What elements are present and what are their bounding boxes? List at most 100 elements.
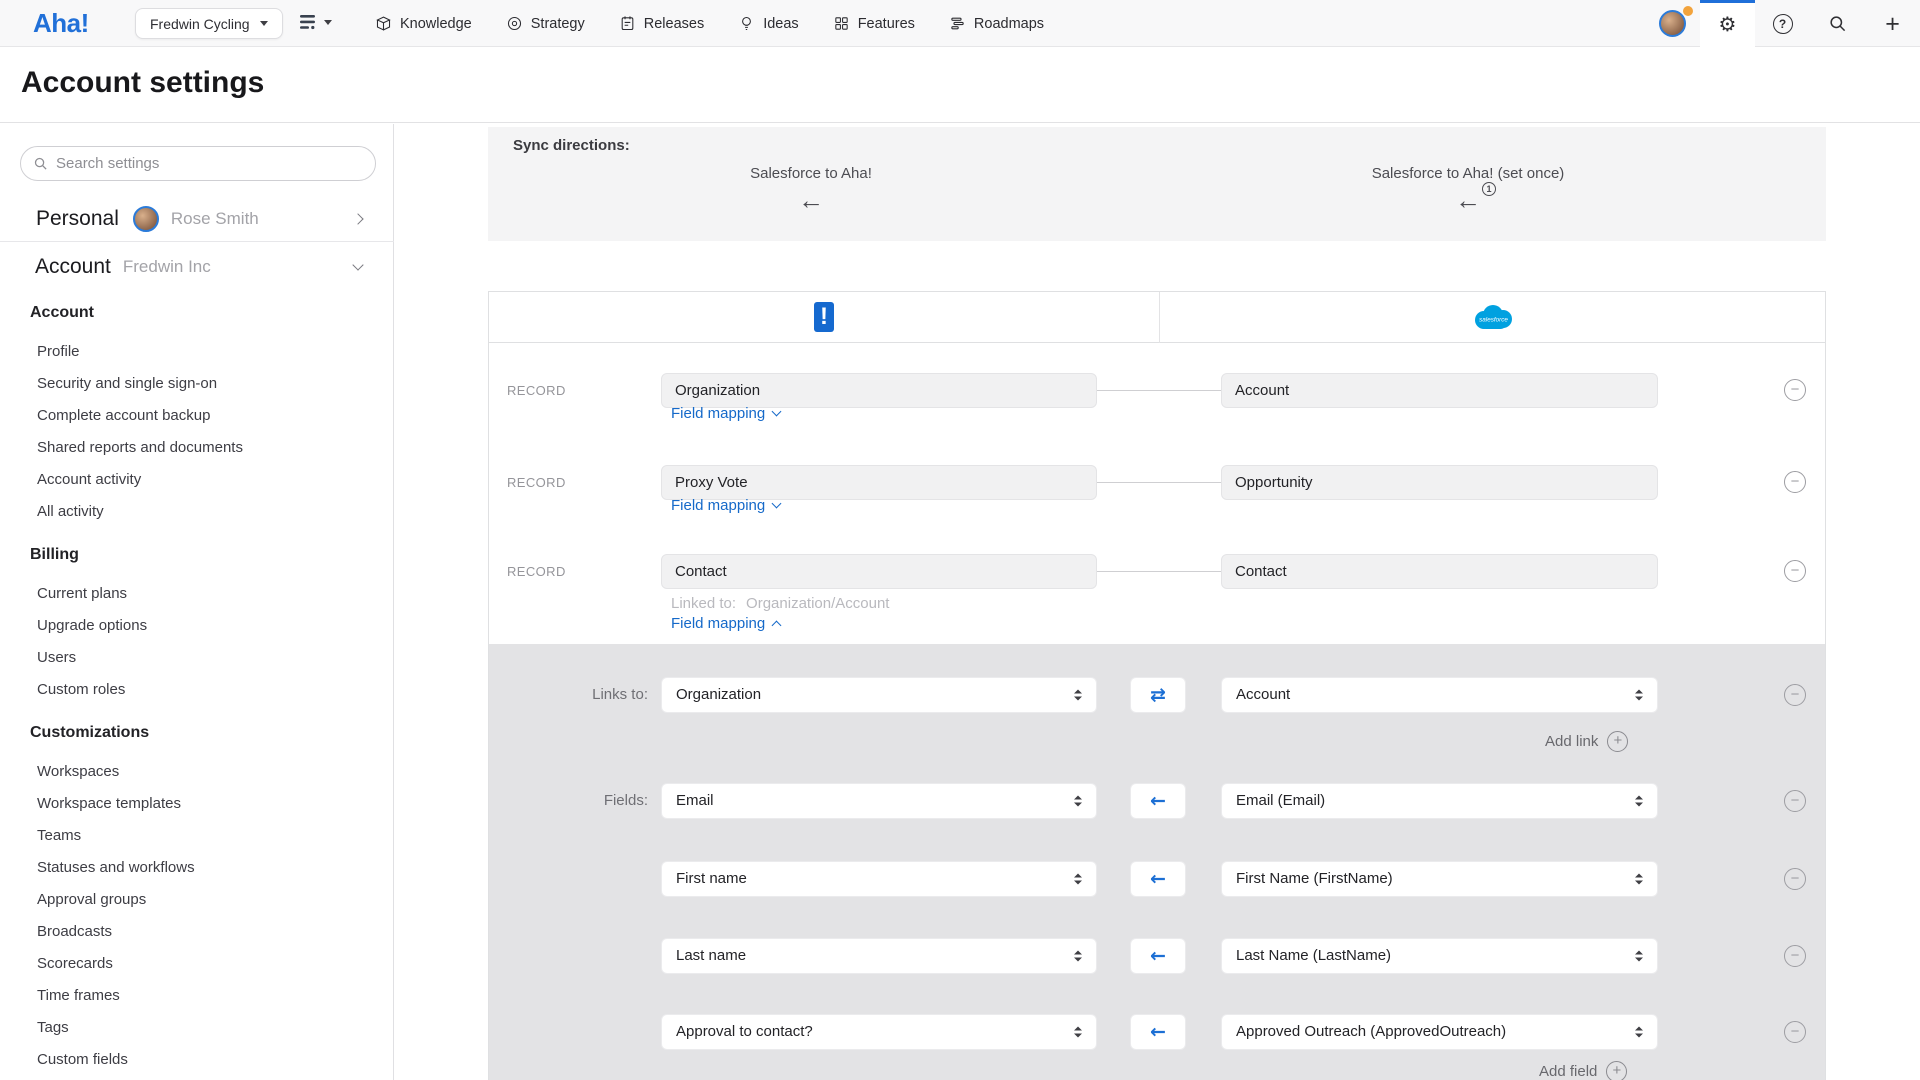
remove-link-button[interactable]: − — [1784, 684, 1806, 706]
sync-direction-button[interactable]: ← — [1130, 861, 1186, 897]
select-value: Last name — [676, 947, 746, 964]
arrow-left-once-icon: ←1 — [1455, 187, 1481, 213]
arrow-left-icon: ← — [1150, 790, 1166, 812]
field-sf-select-approval[interactable]: Approved Outreach (ApprovedOutreach) — [1221, 1014, 1658, 1050]
nav-label: Ideas — [763, 16, 798, 32]
sidebar-personal-row[interactable]: Personal Rose Smith — [0, 196, 394, 242]
sync-direction-button[interactable]: ← — [1130, 783, 1186, 819]
field-mapping-label: Field mapping — [671, 615, 765, 632]
field-sf-select-first-name[interactable]: First Name (FirstName) — [1221, 861, 1658, 897]
sidebar-item-workspaces[interactable]: Workspaces — [37, 756, 380, 788]
sync-direction-right: Salesforce to Aha! (set once) ←1 — [1288, 165, 1648, 214]
field-mapping-link-3[interactable]: Field mapping — [671, 615, 780, 632]
remove-record-button[interactable]: − — [1784, 560, 1806, 582]
help-button[interactable]: ? — [1755, 0, 1810, 47]
select-value: Approval to contact? — [676, 1023, 813, 1040]
nav-label: Knowledge — [400, 16, 472, 32]
remove-record-button[interactable]: − — [1784, 471, 1806, 493]
chevron-down-icon — [260, 21, 268, 26]
sidebar-item-teams[interactable]: Teams — [37, 820, 380, 852]
sidebar-item-upgrade-options[interactable]: Upgrade options — [37, 610, 380, 642]
sidebar-item-time-frames[interactable]: Time frames — [37, 980, 380, 1012]
salesforce-column-logo: salesforce — [1469, 302, 1517, 338]
sync-both-directions-button[interactable]: ⇄ — [1130, 677, 1186, 713]
field-mapping-link-1[interactable]: Field mapping — [671, 405, 780, 422]
field-aha-select-email[interactable]: Email — [661, 783, 1097, 819]
nav-ideas[interactable]: Ideas — [738, 15, 798, 32]
remove-field-button[interactable]: − — [1784, 868, 1806, 890]
add-button[interactable]: + — [1865, 0, 1920, 47]
links-to-label: Links to: — [498, 686, 648, 703]
select-value: Approved Outreach (ApprovedOutreach) — [1236, 1023, 1506, 1040]
sidebar-item-all-activity[interactable]: All activity — [37, 496, 380, 528]
nav-roadmaps[interactable]: Roadmaps — [949, 15, 1044, 32]
sidebar-item-statuses-workflows[interactable]: Statuses and workflows — [37, 852, 380, 884]
aha-column-logo: ! — [814, 302, 834, 332]
nav-knowledge[interactable]: Knowledge — [375, 15, 472, 32]
aha-record-organization[interactable]: Organization — [661, 373, 1097, 408]
once-badge: 1 — [1482, 182, 1496, 196]
section-header-billing: Billing — [30, 546, 380, 570]
roadmaps-icon — [949, 15, 966, 32]
sync-direction-button[interactable]: ← — [1130, 1014, 1186, 1050]
sidebar-item-broadcasts[interactable]: Broadcasts — [37, 916, 380, 948]
workspace-selector[interactable]: Fredwin Cycling — [135, 8, 283, 39]
aha-record-contact[interactable]: Contact — [661, 554, 1097, 589]
sidebar-item-security[interactable]: Security and single sign-on — [37, 368, 380, 400]
nav-releases[interactable]: Releases — [619, 15, 704, 32]
search-icon — [1828, 14, 1847, 33]
account-label: Account — [35, 255, 111, 279]
field-aha-select-approval[interactable]: Approval to contact? — [661, 1014, 1097, 1050]
search-input[interactable] — [56, 155, 363, 172]
field-sf-select-email[interactable]: Email (Email) — [1221, 783, 1658, 819]
field-aha-select-first-name[interactable]: First name — [661, 861, 1097, 897]
sidebar-item-custom-fields[interactable]: Custom fields — [37, 1044, 380, 1076]
field-aha-select-last-name[interactable]: Last name — [661, 938, 1097, 974]
linked-to-value: Organization/Account — [746, 595, 889, 612]
sidebar-item-profile[interactable]: Profile — [37, 336, 380, 368]
add-field-button[interactable]: Add field + — [1539, 1061, 1627, 1080]
search-button[interactable] — [1810, 0, 1865, 47]
aha-logo[interactable]: Aha! — [33, 8, 89, 39]
sidebar-item-approval-groups[interactable]: Approval groups — [37, 884, 380, 916]
sf-record-contact[interactable]: Contact — [1221, 554, 1658, 589]
link-sf-select[interactable]: Account — [1221, 677, 1658, 713]
sidebar-item-backup[interactable]: Complete account backup — [37, 400, 380, 432]
remove-field-button[interactable]: − — [1784, 790, 1806, 812]
settings-search[interactable] — [20, 146, 376, 181]
settings-nav: Account Profile Security and single sign… — [0, 304, 380, 1076]
add-link-button[interactable]: Add link + — [1545, 731, 1628, 752]
sf-record-opportunity[interactable]: Opportunity — [1221, 465, 1658, 500]
settings-tab[interactable]: ⚙ — [1700, 0, 1755, 47]
select-value: First Name (FirstName) — [1236, 870, 1393, 887]
sidebar-item-users[interactable]: Users — [37, 642, 380, 674]
link-aha-select[interactable]: Organization — [661, 677, 1097, 713]
sidebar-item-tags[interactable]: Tags — [37, 1012, 380, 1044]
add-field-label: Add field — [1539, 1063, 1597, 1080]
remove-field-button[interactable]: − — [1784, 945, 1806, 967]
nav-strategy[interactable]: Strategy — [506, 15, 585, 32]
sidebar-item-custom-roles[interactable]: Custom roles — [37, 674, 380, 706]
sf-record-account[interactable]: Account — [1221, 373, 1658, 408]
sidebar-item-scorecards[interactable]: Scorecards — [37, 948, 380, 980]
sidebar-item-account-activity[interactable]: Account activity — [37, 464, 380, 496]
arrow-left-icon: ← — [1150, 868, 1166, 890]
field-sf-select-last-name[interactable]: Last Name (LastName) — [1221, 938, 1658, 974]
aha-record-proxy-vote[interactable]: Proxy Vote — [661, 465, 1097, 500]
sync-direction-button[interactable]: ← — [1130, 938, 1186, 974]
field-mapping-link-2[interactable]: Field mapping — [671, 497, 780, 514]
remove-field-button[interactable]: − — [1784, 1021, 1806, 1043]
linked-to-text: Linked to:Organization/Account — [671, 595, 889, 612]
remove-record-button[interactable]: − — [1784, 379, 1806, 401]
sidebar-item-current-plans[interactable]: Current plans — [37, 578, 380, 610]
nav-features[interactable]: Features — [833, 15, 915, 32]
sidebar-item-workspace-templates[interactable]: Workspace templates — [37, 788, 380, 820]
arrow-left-icon: ← — [798, 187, 824, 213]
user-avatar[interactable] — [1659, 10, 1686, 37]
sync-directions-label: Sync directions: — [513, 137, 630, 154]
menu-list-button[interactable] — [300, 14, 332, 30]
top-nav: Aha! Fredwin Cycling Knowledge — [0, 0, 1920, 47]
record-type-label: RECORD — [507, 564, 627, 579]
sidebar-account-row[interactable]: Account Fredwin Inc — [0, 243, 394, 291]
sidebar-item-shared-reports[interactable]: Shared reports and documents — [37, 432, 380, 464]
